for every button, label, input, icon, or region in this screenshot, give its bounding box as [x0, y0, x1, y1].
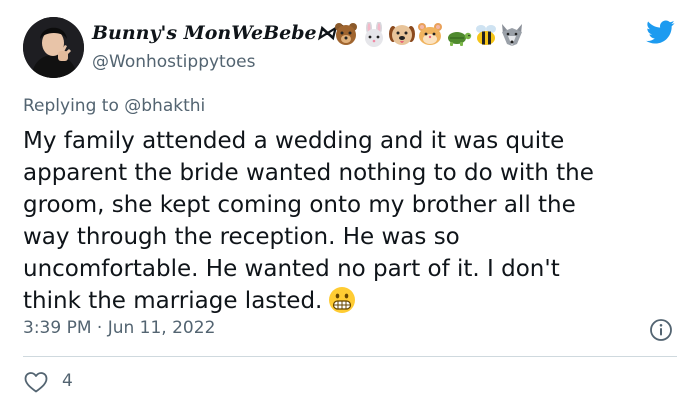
- name-emoji-row: [335, 22, 522, 47]
- rabbit-face-icon: [365, 22, 383, 47]
- divider: [23, 356, 677, 357]
- wolf-face-icon: [502, 24, 522, 46]
- replying-to-prefix: Replying to: [23, 96, 119, 116]
- tweet-text-line: think the marriage lasted.: [23, 288, 323, 314]
- tweet-text-line: way through the reception. He was so: [23, 224, 460, 250]
- bear-face-icon: [335, 23, 357, 45]
- dog-face-icon: [389, 25, 415, 45]
- honeybee-icon: [476, 25, 496, 45]
- tweet-text-last-line: think the marriage lasted.: [23, 285, 683, 317]
- replying-to: Replying to @bhakthi: [23, 96, 205, 116]
- like-heart-icon[interactable]: [24, 371, 48, 393]
- tweet-timestamp[interactable]: 3:39 PM · Jun 11, 2022: [23, 318, 215, 338]
- hamster-face-icon: [418, 23, 442, 45]
- info-icon[interactable]: [649, 318, 673, 342]
- author-handle[interactable]: @Wonhostippytoes: [92, 52, 255, 72]
- grimacing-face-icon: [329, 287, 356, 313]
- reply-mention-link[interactable]: @bhakthi: [124, 96, 205, 116]
- twitter-bird-icon[interactable]: [643, 17, 677, 47]
- tweet-text-line: groom, she kept coming onto my brother a…: [23, 192, 576, 218]
- turtle-icon: [448, 32, 472, 46]
- like-count[interactable]: 4: [62, 371, 73, 391]
- tweet-text-line: uncomfortable. He wanted no part of it. …: [23, 256, 560, 282]
- avatar[interactable]: [23, 17, 84, 78]
- tweet-text-line: My family attended a wedding and it was …: [23, 128, 565, 154]
- tweet-text: My family attended a wedding and it was …: [23, 125, 683, 317]
- tweet-text-line: apparent the bride wanted nothing to do …: [23, 160, 594, 186]
- display-name[interactable]: Bunny's MonWeBebe⋈⁷: [92, 22, 344, 44]
- display-name-text: Bunny's MonWeBebe⋈⁷: [92, 22, 344, 44]
- tweet-card: Bunny's MonWeBebe⋈⁷ @Wonhostippytoes Rep…: [0, 0, 700, 410]
